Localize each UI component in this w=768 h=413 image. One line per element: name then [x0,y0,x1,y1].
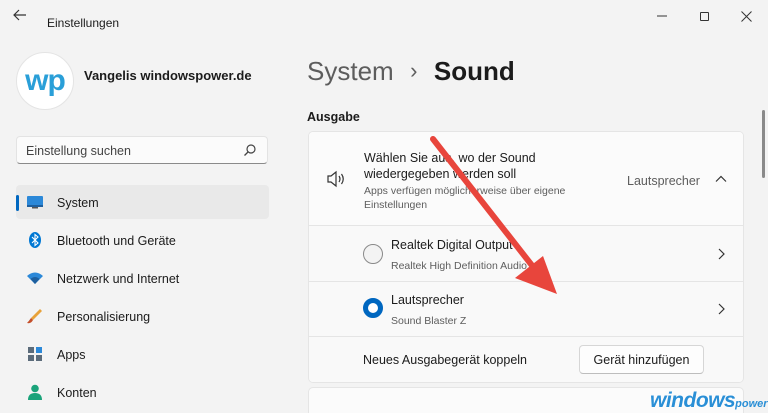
watermark-logo: windowspower [650,389,768,412]
breadcrumb-parent[interactable]: System [307,56,394,86]
sidebar-item-apps[interactable]: Apps [16,337,269,371]
breadcrumb-separator: › [410,58,418,83]
selected-output-value: Lautsprecher [627,174,700,188]
device-subtitle: Realtek High Definition Audio [391,260,527,272]
wifi-icon [27,272,43,284]
radio-button-unselected[interactable] [363,244,383,264]
pair-device-label: Neues Ausgabegerät koppeln [363,353,528,367]
sidebar-item-accounts[interactable]: Konten [16,375,269,409]
scrollbar-thumb[interactable] [762,110,765,178]
user-name: Vangelis windowspower.de [84,68,252,83]
output-header-description: Apps verfügen möglicherweise über eigene… [364,185,566,211]
output-device-option[interactable]: Realtek Digital Output Realtek High Defi… [309,226,743,282]
title-bar: Einstellungen [0,0,768,32]
speaker-icon [327,170,344,188]
maximize-button[interactable] [684,6,724,28]
close-button[interactable] [726,6,766,28]
search-icon [244,144,256,156]
chevron-right-icon[interactable] [715,247,727,261]
maximize-icon [699,12,709,22]
minimize-button[interactable] [642,6,682,28]
section-heading-output: Ausgabe [307,110,360,124]
chevron-right-icon[interactable] [715,302,727,316]
avatar[interactable]: wp [16,52,74,110]
brush-icon [27,309,42,324]
output-device-option[interactable]: Lautsprecher Sound Blaster Z [309,282,743,337]
output-header-title: Wählen Sie aus, wo der Sound wiedergegeb… [364,151,536,181]
sidebar-item-label: Konten [57,386,97,400]
sidebar-item-label: Bluetooth und Geräte [57,234,176,248]
page-title: Sound [433,56,515,86]
pair-device-row: Neues Ausgabegerät koppeln Gerät hinzufü… [309,337,743,382]
search-input[interactable] [26,143,226,159]
device-name: Realtek Digital Output [391,238,513,252]
monitor-icon [27,196,43,209]
sidebar-item-bluetooth[interactable]: Bluetooth und Geräte [16,223,269,257]
person-icon [28,384,42,400]
radio-button-selected[interactable] [363,298,383,318]
apps-icon [28,347,42,361]
window-title: Einstellungen [47,16,120,30]
back-arrow-icon[interactable] [10,8,30,26]
sidebar-item-label: System [57,196,99,210]
breadcrumb: System › Sound [307,56,515,90]
search-box[interactable] [16,136,268,164]
active-indicator [16,195,19,211]
add-device-button[interactable]: Gerät hinzufügen [579,345,704,374]
output-card: Wählen Sie aus, wo der Sound wiedergegeb… [308,131,744,383]
device-subtitle: Sound Blaster Z [391,315,467,327]
sidebar-item-personalization[interactable]: Personalisierung [16,299,269,333]
avatar-logo: wp [25,64,66,97]
sidebar-item-system[interactable]: System [16,185,269,219]
chevron-up-icon [715,175,727,182]
output-device-expander[interactable]: Wählen Sie aus, wo der Sound wiedergegeb… [309,132,743,226]
sidebar-item-label: Netzwerk und Internet [57,272,180,286]
sidebar-item-network[interactable]: Netzwerk und Internet [16,261,269,295]
device-name: Lautsprecher [391,293,464,307]
sidebar-item-label: Apps [57,348,86,362]
sidebar-item-label: Personalisierung [57,310,151,324]
bluetooth-icon [29,232,41,248]
